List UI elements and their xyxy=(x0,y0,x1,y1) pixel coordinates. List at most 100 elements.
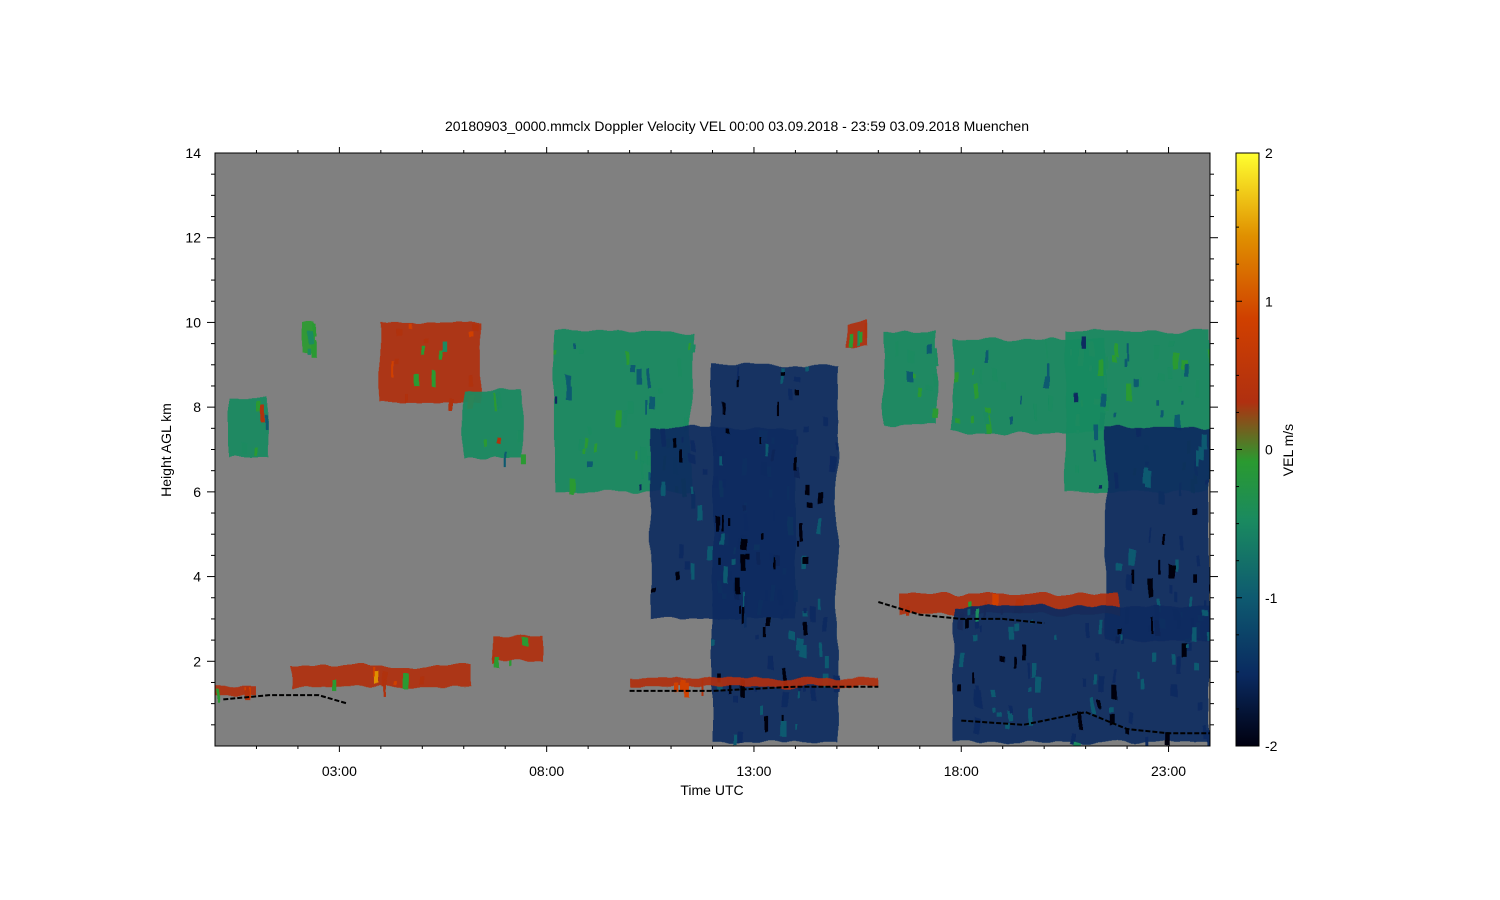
echo-texture xyxy=(806,501,812,507)
echo-texture xyxy=(953,371,959,382)
echo-texture xyxy=(1091,448,1095,460)
chart-title: 20180903_0000.mmclx Doppler Velocity VEL… xyxy=(445,118,1029,134)
echo-texture xyxy=(690,343,695,352)
y-tick-label: 12 xyxy=(185,230,201,246)
echo-texture xyxy=(848,332,853,348)
echo-texture xyxy=(582,434,585,446)
echo-texture xyxy=(649,396,655,410)
echo-texture xyxy=(1191,572,1196,581)
echo-texture xyxy=(1114,414,1119,420)
echo-texture xyxy=(1145,470,1151,489)
echo-region-15 xyxy=(289,665,473,687)
echo-texture xyxy=(1036,678,1043,695)
echo-texture xyxy=(690,486,693,493)
echo-texture xyxy=(1075,429,1079,434)
echo-texture xyxy=(780,689,787,707)
echo-texture xyxy=(1166,733,1171,746)
echo-texture xyxy=(794,376,800,382)
echo-texture xyxy=(629,363,634,372)
echo-texture xyxy=(1094,425,1100,442)
echo-texture xyxy=(719,456,723,466)
echo-texture xyxy=(810,606,816,623)
echo-texture xyxy=(744,596,748,608)
echo-texture xyxy=(735,730,742,742)
echo-texture xyxy=(1100,446,1104,451)
echo-texture xyxy=(521,454,527,465)
echo-texture xyxy=(439,350,443,361)
echo-texture xyxy=(1160,409,1164,418)
echo-texture xyxy=(779,370,784,375)
echo-texture xyxy=(677,358,681,377)
echo-texture xyxy=(989,705,994,710)
echo-texture xyxy=(647,370,652,388)
echo-texture xyxy=(713,476,719,489)
colorbar-label: VEL m/s xyxy=(1280,424,1296,476)
echo-texture xyxy=(765,717,771,734)
x-tick-label: 18:00 xyxy=(944,763,979,779)
colorbar-tick-label: -2 xyxy=(1265,738,1278,754)
echo-texture xyxy=(515,428,519,441)
echo-texture xyxy=(1044,361,1048,379)
echo-texture xyxy=(734,697,740,705)
echo-texture xyxy=(1116,628,1122,634)
echo-texture xyxy=(312,324,317,337)
echo-texture xyxy=(773,510,777,522)
echo-texture xyxy=(1128,548,1135,566)
echo-texture xyxy=(958,684,963,693)
echo-texture xyxy=(637,483,641,489)
echo-texture xyxy=(1202,610,1208,616)
echo-texture xyxy=(764,629,768,640)
echo-texture xyxy=(689,455,695,464)
echo-texture xyxy=(1148,526,1151,543)
echo-texture xyxy=(767,655,773,669)
echo-texture xyxy=(1197,451,1200,468)
echo-texture xyxy=(974,385,981,400)
echo-texture xyxy=(803,364,808,370)
echo-texture xyxy=(731,559,737,565)
echo-texture xyxy=(1044,340,1047,357)
echo-texture xyxy=(1199,446,1203,460)
echo-texture xyxy=(663,483,667,498)
echo-texture xyxy=(778,402,781,418)
echo-texture xyxy=(331,679,336,691)
echo-texture xyxy=(1116,345,1120,359)
y-tick-label: 6 xyxy=(193,484,201,500)
echo-texture xyxy=(635,368,642,384)
echo-texture xyxy=(722,479,726,488)
echo-texture xyxy=(818,642,823,657)
echo-texture xyxy=(493,655,496,665)
echo-texture xyxy=(1123,358,1127,366)
echo-texture xyxy=(931,373,937,385)
echo-texture xyxy=(1160,562,1164,578)
echo-texture xyxy=(797,690,800,698)
echo-texture xyxy=(783,608,789,616)
echo-texture xyxy=(1186,644,1190,649)
echo-texture xyxy=(812,687,818,703)
echo-texture xyxy=(415,375,421,388)
echo-texture xyxy=(1099,676,1105,693)
echo-texture xyxy=(1170,684,1177,697)
echo-texture xyxy=(1076,466,1080,475)
echo-texture xyxy=(624,350,628,363)
echo-texture xyxy=(245,691,251,701)
echo-texture xyxy=(1175,415,1182,431)
echo-texture xyxy=(741,607,745,625)
colorbar-tick-label: 0 xyxy=(1265,442,1273,458)
x-axis-label: Time UTC xyxy=(680,782,743,798)
echo-texture xyxy=(735,578,741,594)
echo-texture xyxy=(834,441,837,449)
echo-texture xyxy=(1183,402,1186,408)
echo-region-13 xyxy=(952,606,1210,742)
echo-texture xyxy=(635,451,639,461)
echo-texture xyxy=(1204,600,1207,607)
echo-texture xyxy=(565,386,572,400)
echo-texture xyxy=(1114,473,1119,489)
echo-texture xyxy=(761,438,764,446)
echo-texture xyxy=(780,720,787,737)
echo-texture xyxy=(1181,643,1188,658)
echo-texture xyxy=(1158,373,1165,381)
echo-texture xyxy=(803,557,810,566)
echo-texture xyxy=(645,399,648,415)
echo-texture xyxy=(909,350,915,364)
echo-texture xyxy=(696,505,703,521)
